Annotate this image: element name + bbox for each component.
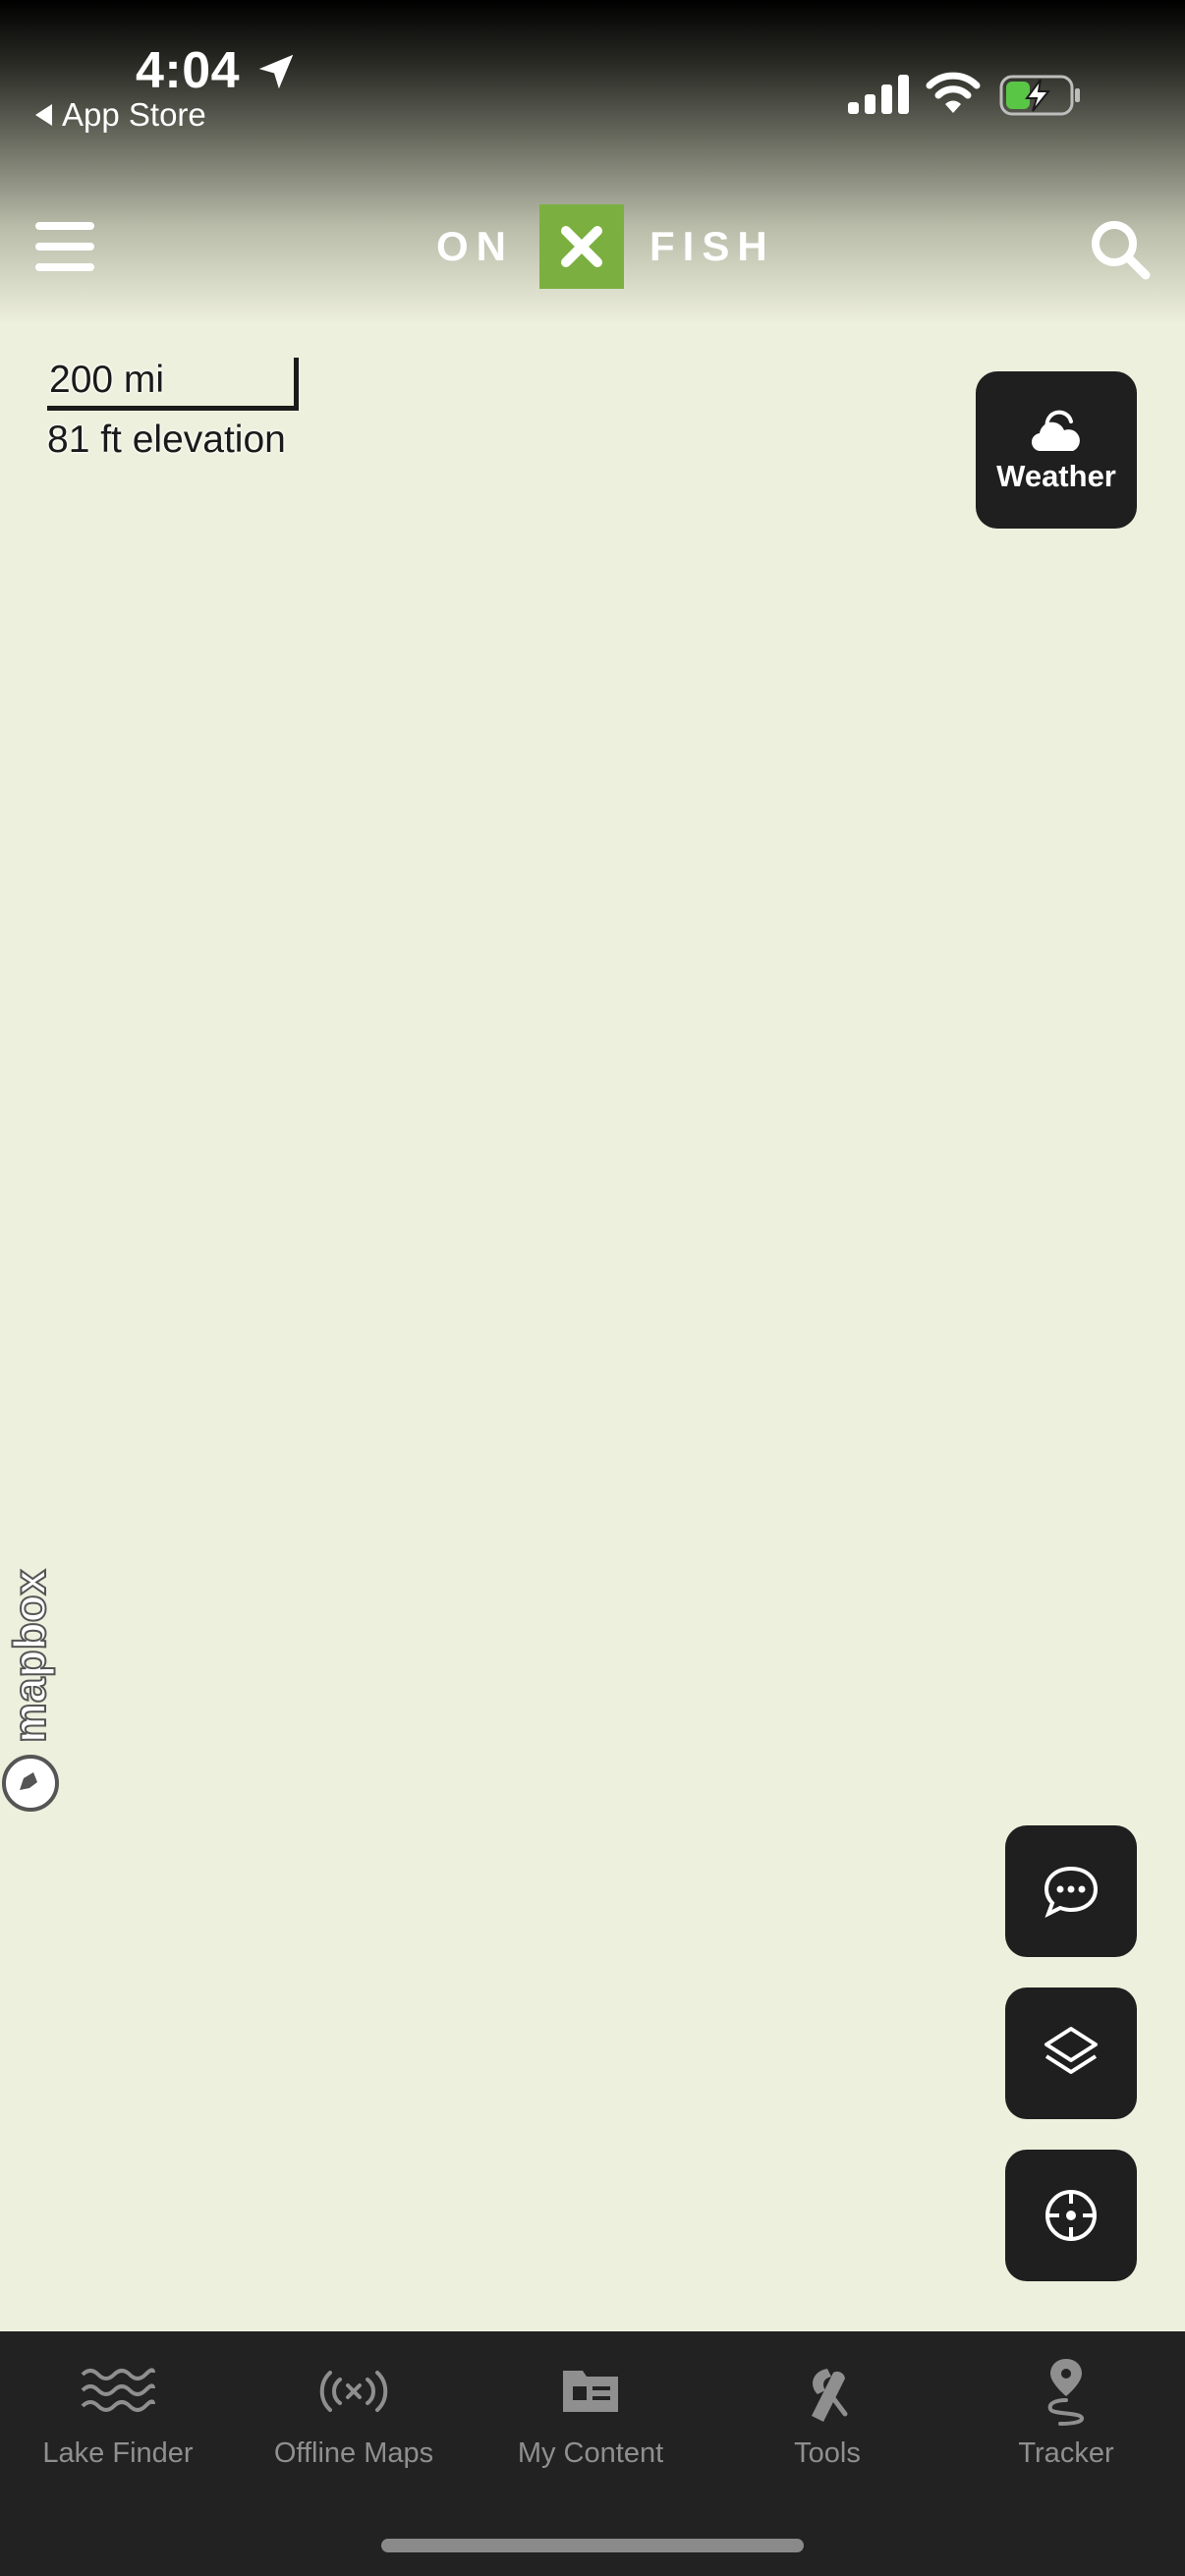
logo-x-mark: [539, 204, 624, 289]
scale-distance: 200 mi: [49, 359, 165, 401]
locate-button[interactable]: [1005, 2150, 1137, 2281]
cellular-signal-icon: [848, 75, 909, 114]
chat-button[interactable]: [1005, 1825, 1137, 1957]
map-scale: 200 mi 81 ft elevation: [47, 358, 299, 462]
tools-icon: [812, 2369, 848, 2422]
map-canvas[interactable]: [0, 0, 1185, 2331]
x-mark-icon: [561, 226, 602, 267]
chat-bubble-icon: [1044, 1866, 1099, 1919]
elevation-readout: 81 ft elevation: [47, 419, 286, 461]
back-label: App Store: [62, 96, 206, 133]
tab-tools[interactable]: Tools: [709, 2331, 945, 2489]
search-icon[interactable]: [1089, 218, 1152, 281]
folder-icon: [563, 2371, 618, 2412]
offline-broadcast-icon: [319, 2371, 388, 2412]
tab-label: My Content: [517, 2437, 664, 2469]
location-arrow-icon: [258, 54, 294, 89]
status-time: 4:04: [136, 42, 241, 99]
weather-label: Weather: [996, 459, 1116, 493]
cloud-sun-icon: [1031, 410, 1080, 452]
tab-lake-finder[interactable]: Lake Finder: [0, 2331, 236, 2489]
wifi-icon: [926, 72, 981, 113]
onx-fish-logo: ON FISH: [436, 204, 775, 289]
tab-label: Tracker: [1018, 2437, 1114, 2469]
logo-fish: FISH: [649, 223, 775, 269]
mapbox-wordmark: mapbox: [3, 1569, 56, 1744]
waves-icon: [81, 2368, 155, 2412]
menu-button[interactable]: [35, 218, 94, 277]
tab-label: Tools: [794, 2437, 861, 2469]
battery-charging-icon: [999, 75, 1080, 116]
logo-on: ON: [436, 223, 514, 269]
scale-bar: 200 mi: [47, 358, 299, 411]
back-to-app-store[interactable]: App Store: [35, 96, 206, 134]
back-triangle-icon: [35, 104, 52, 126]
route-pin-icon: [1047, 2359, 1084, 2426]
weather-button[interactable]: Weather: [976, 371, 1137, 529]
tab-my-content[interactable]: My Content: [473, 2331, 708, 2489]
home-indicator: [381, 2539, 804, 2552]
tab-label: Offline Maps: [273, 2437, 434, 2469]
compass-icon: [1045, 2190, 1097, 2241]
layers-button[interactable]: [1005, 1988, 1137, 2119]
tab-label: Lake Finder: [42, 2437, 194, 2469]
tab-offline-maps[interactable]: Offline Maps: [236, 2331, 472, 2489]
tab-tracker[interactable]: Tracker: [948, 2331, 1184, 2489]
layers-icon: [1044, 2027, 1098, 2074]
mapbox-logo-icon[interactable]: [0, 1753, 61, 1814]
